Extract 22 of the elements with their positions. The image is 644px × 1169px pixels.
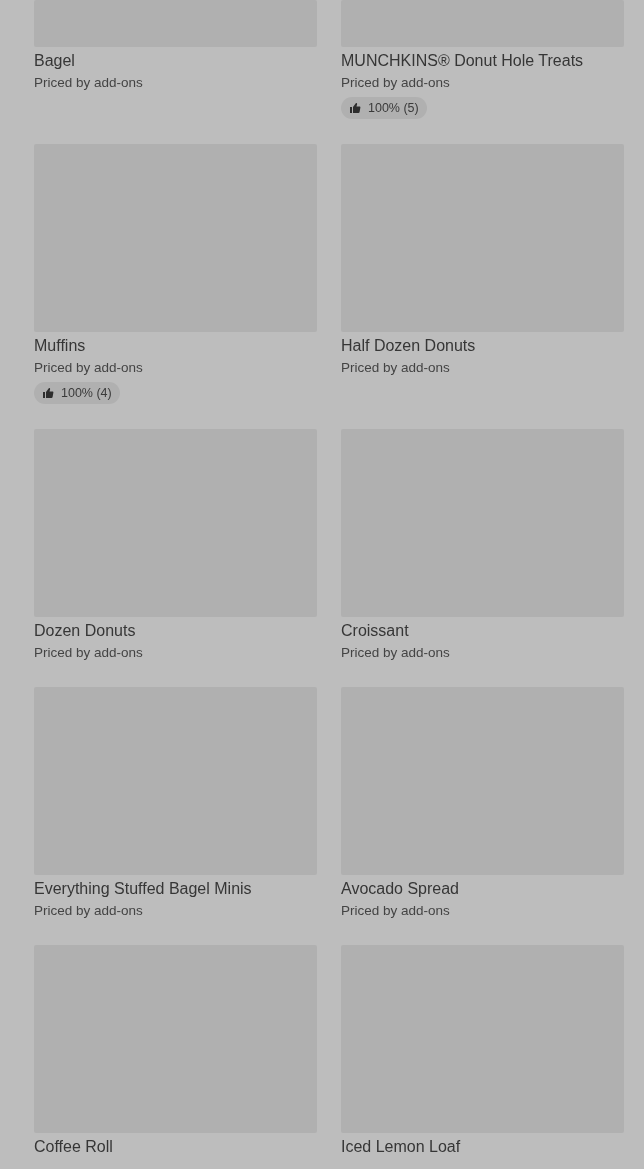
item-name[interactable]: Coffee Roll <box>34 1137 113 1157</box>
thumbs-up-icon <box>349 102 361 114</box>
item-name[interactable]: Iced Lemon Loaf <box>341 1137 461 1157</box>
item-name[interactable]: Muffins <box>34 336 86 356</box>
thumbs-up-icon <box>42 387 54 399</box>
item-name[interactable]: Croissant <box>341 621 409 641</box>
item-price: Priced by add-ons <box>34 644 143 662</box>
item-price: Priced by add-ons <box>341 644 450 662</box>
item-name[interactable]: MUNCHKINS® Donut Hole Treats <box>341 51 584 71</box>
item-price: Priced by add-ons <box>341 902 450 920</box>
item-name[interactable]: Avocado Spread <box>341 879 459 899</box>
item-name[interactable]: Half Dozen Donuts <box>341 336 476 356</box>
item-name[interactable]: Dozen Donuts <box>34 621 136 641</box>
item-price: Priced by add-ons <box>34 359 143 377</box>
rating-text: 100% (5) <box>368 101 419 115</box>
item-price: Priced by add-ons <box>341 74 450 92</box>
rating-text: 100% (4) <box>61 386 112 400</box>
item-name[interactable]: Bagel <box>34 51 75 71</box>
item-price: Priced by add-ons <box>34 902 143 920</box>
item-price: Priced by add-ons <box>34 74 143 92</box>
item-name[interactable]: Everything Stuffed Bagel Minis <box>34 879 252 899</box>
item-price: Priced by add-ons <box>341 359 450 377</box>
